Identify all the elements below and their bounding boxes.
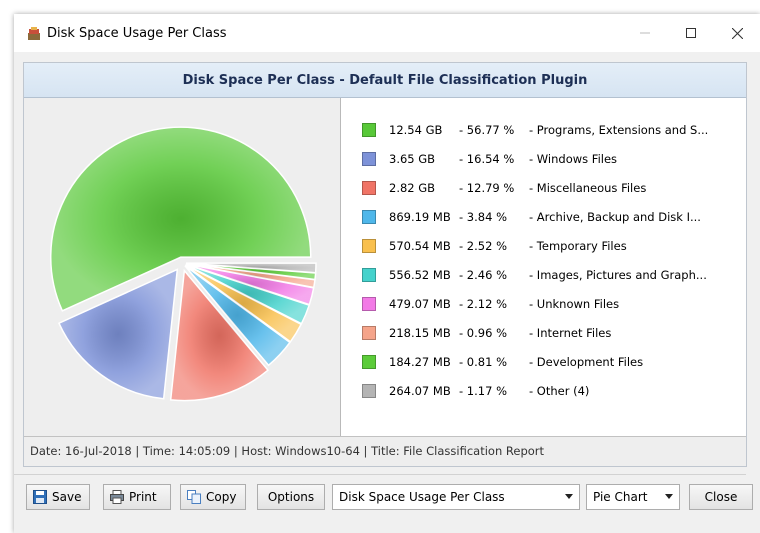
save-button[interactable]: Save bbox=[26, 484, 90, 510]
legend-swatch bbox=[362, 210, 376, 224]
legend-label: - Unknown Files bbox=[529, 297, 620, 311]
legend-percent: - 12.79 % bbox=[459, 181, 515, 195]
pie-chart-area bbox=[24, 98, 340, 436]
legend: 12.54 GB - 56.77 % - Programs, Extensions … bbox=[341, 98, 746, 436]
legend-size: 570.54 MB bbox=[389, 239, 451, 253]
copy-label: Copy bbox=[206, 490, 237, 504]
legend-percent: - 3.84 % bbox=[459, 210, 507, 224]
print-button[interactable]: Print bbox=[103, 484, 171, 510]
legend-size: 218.15 MB bbox=[389, 326, 451, 340]
legend-size: 184.27 MB bbox=[389, 355, 451, 369]
legend-percent: - 1.17 % bbox=[459, 384, 507, 398]
maximize-button[interactable] bbox=[668, 14, 714, 52]
legend-item: 12.54 GB - 56.77 % - Programs, Extensions … bbox=[341, 120, 746, 140]
legend-swatch bbox=[362, 326, 376, 340]
legend-label: - Windows Files bbox=[529, 152, 618, 166]
close-button[interactable]: Close bbox=[689, 484, 753, 510]
legend-swatch bbox=[362, 355, 376, 369]
legend-percent: - 2.12 % bbox=[459, 297, 507, 311]
pie-chart bbox=[49, 126, 317, 402]
legend-swatch bbox=[362, 181, 376, 195]
copy-icon bbox=[187, 490, 201, 504]
chart-type-select[interactable]: Pie Chart bbox=[586, 484, 680, 510]
app-icon bbox=[28, 27, 40, 40]
legend-size: 479.07 MB bbox=[389, 297, 451, 311]
legend-label: - Programs, Extensions and S... bbox=[529, 123, 709, 137]
title-bar: Disk Space Usage Per Class bbox=[14, 14, 760, 52]
report-select-value: Disk Space Usage Per Class bbox=[339, 490, 505, 504]
legend-size: 2.82 GB bbox=[389, 181, 436, 195]
chevron-down-icon bbox=[565, 494, 573, 499]
chart-type-value: Pie Chart bbox=[593, 490, 648, 504]
legend-item: 556.52 MB - 2.46 % - Images, Pictures and … bbox=[341, 265, 746, 285]
legend-item: 869.19 MB - 3.84 % - Archive, Backup and D… bbox=[341, 207, 746, 227]
legend-label: - Images, Pictures and Graph... bbox=[529, 268, 707, 282]
maximize-icon bbox=[686, 28, 696, 38]
legend-swatch bbox=[362, 297, 376, 311]
minimize-icon bbox=[640, 32, 650, 34]
legend-percent: - 0.81 % bbox=[459, 355, 507, 369]
legend-label: - Miscellaneous Files bbox=[529, 181, 647, 195]
window-title: Disk Space Usage Per Class bbox=[47, 26, 227, 41]
legend-item: 218.15 MB - 0.96 % - Internet Files bbox=[341, 323, 746, 343]
legend-item: 184.27 MB - 0.81 % - Development Files bbox=[341, 352, 746, 372]
legend-percent: - 2.52 % bbox=[459, 239, 507, 253]
close-window-button[interactable] bbox=[714, 14, 760, 52]
legend-size: 556.52 MB bbox=[389, 268, 451, 282]
legend-label: - Development Files bbox=[529, 355, 644, 369]
chevron-down-icon bbox=[665, 494, 673, 499]
options-button[interactable]: Options bbox=[257, 484, 325, 510]
legend-item: 570.54 MB - 2.52 % - Temporary Files bbox=[341, 236, 746, 256]
legend-percent: - 2.46 % bbox=[459, 268, 507, 282]
legend-swatch bbox=[362, 268, 376, 282]
legend-percent: - 56.77 % bbox=[459, 123, 515, 137]
report-title: Disk Space Per Class - Default File Clas… bbox=[24, 63, 746, 98]
minimize-button[interactable] bbox=[622, 14, 668, 52]
report-panel: Disk Space Per Class - Default File Clas… bbox=[23, 62, 747, 467]
separator bbox=[14, 474, 746, 475]
legend-size: 264.07 MB bbox=[389, 384, 451, 398]
options-label: Options bbox=[267, 490, 315, 504]
legend-size: 12.54 GB bbox=[389, 123, 443, 137]
copy-button[interactable]: Copy bbox=[180, 484, 246, 510]
legend-swatch bbox=[362, 123, 376, 137]
legend-label: - Internet Files bbox=[529, 326, 612, 340]
legend-item: 264.07 MB - 1.17 % - Other (4) bbox=[341, 381, 746, 401]
close-icon bbox=[731, 27, 743, 39]
legend-item: 2.82 GB - 12.79 % - Miscellaneous Files bbox=[341, 178, 746, 198]
legend-percent: - 0.96 % bbox=[459, 326, 507, 340]
printer-icon bbox=[110, 490, 124, 504]
legend-swatch bbox=[362, 152, 376, 166]
legend-label: - Temporary Files bbox=[529, 239, 627, 253]
legend-label: - Other (4) bbox=[529, 384, 590, 398]
report-select[interactable]: Disk Space Usage Per Class bbox=[332, 484, 580, 510]
close-label: Close bbox=[704, 490, 738, 504]
report-footer: Date: 16-Jul-2018 | Time: 14:05:09 | Hos… bbox=[24, 436, 746, 466]
legend-swatch bbox=[362, 239, 376, 253]
print-label: Print bbox=[129, 490, 157, 504]
legend-label: - Archive, Backup and Disk I... bbox=[529, 210, 701, 224]
save-label: Save bbox=[52, 490, 82, 504]
legend-percent: - 16.54 % bbox=[459, 152, 515, 166]
legend-item: 3.65 GB - 16.54 % - Windows Files bbox=[341, 149, 746, 169]
legend-size: 869.19 MB bbox=[389, 210, 451, 224]
legend-item: 479.07 MB - 2.12 % - Unknown Files bbox=[341, 294, 746, 314]
legend-size: 3.65 GB bbox=[389, 152, 436, 166]
legend-swatch bbox=[362, 384, 376, 398]
floppy-disk-icon bbox=[33, 490, 47, 504]
